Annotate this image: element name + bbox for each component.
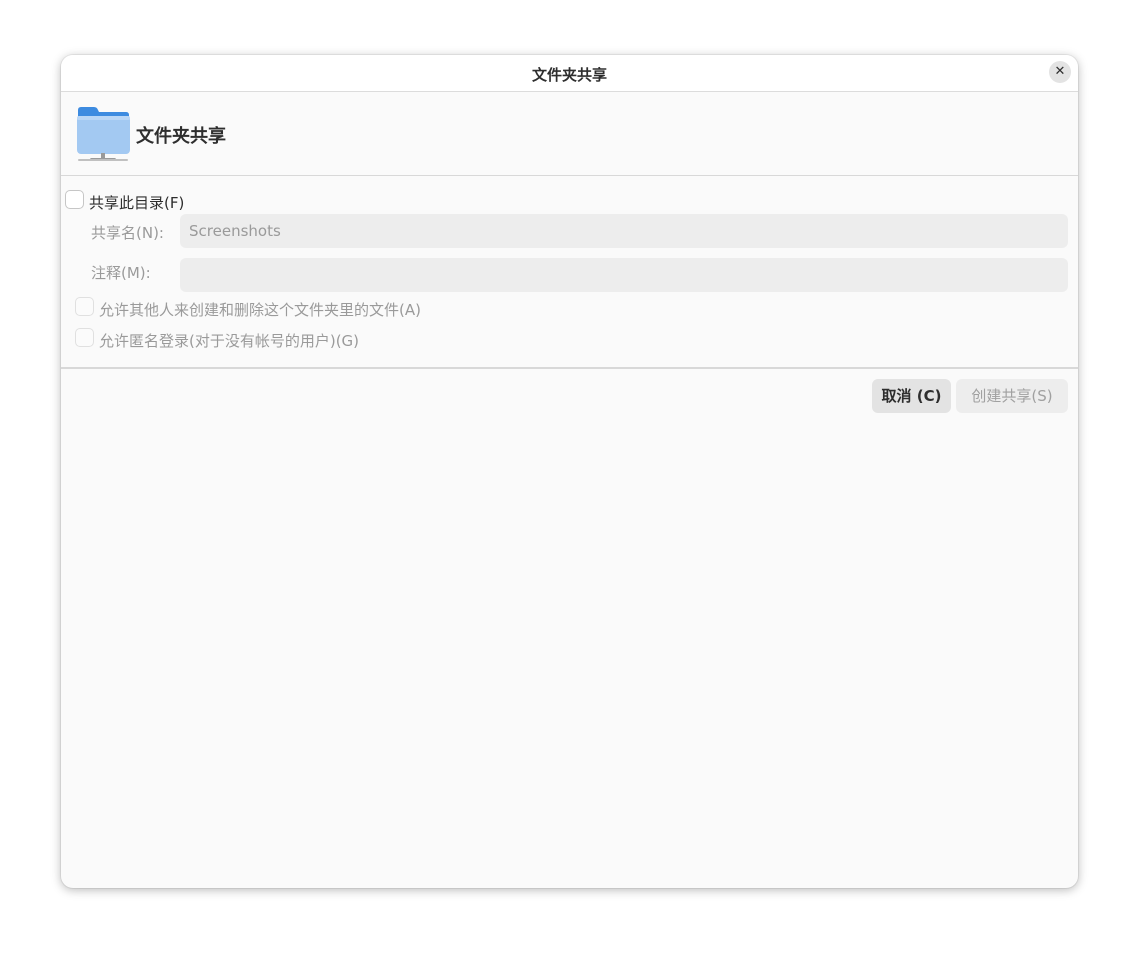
allow-guest-checkbox[interactable]: [75, 328, 94, 347]
comment-label: 注释(M):: [91, 264, 151, 282]
share-folder-label[interactable]: 共享此目录(F): [89, 192, 184, 213]
window-title: 文件夹共享: [531, 66, 607, 84]
folder-share-icon: [77, 107, 130, 161]
allow-guest-label[interactable]: 允许匿名登录(对于没有帐号的用户)(G): [99, 330, 359, 351]
share-name-input[interactable]: Screenshots: [180, 214, 1068, 248]
share-name-label: 共享名(N):: [91, 224, 164, 242]
close-button[interactable]: ✕: [1049, 61, 1071, 83]
header-title: 文件夹共享: [136, 126, 226, 147]
cancel-button[interactable]: 取消 (C): [872, 379, 951, 413]
comment-input[interactable]: [180, 258, 1068, 292]
close-icon: ✕: [1054, 64, 1066, 79]
share-dialog: 文件夹共享 ✕ 文件夹共享 共享此目录(F) 共享名(N): Screensho…: [61, 55, 1078, 888]
allow-write-checkbox[interactable]: [75, 297, 94, 316]
allow-write-label[interactable]: 允许其他人来创建和删除这个文件夹里的文件(A): [99, 299, 421, 320]
titlebar: 文件夹共享 ✕: [61, 55, 1078, 92]
separator: [61, 367, 1078, 369]
create-share-button[interactable]: 创建共享(S): [956, 379, 1068, 413]
share-folder-checkbox[interactable]: [65, 190, 84, 209]
dialog-header: 文件夹共享: [61, 92, 1078, 176]
